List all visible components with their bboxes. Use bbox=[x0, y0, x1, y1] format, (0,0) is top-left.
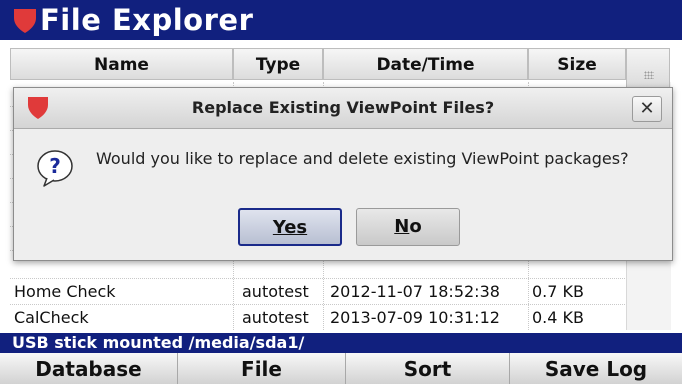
cell-datetime: 2013-07-09 10:31:12 bbox=[330, 308, 500, 327]
column-header-name[interactable]: Name bbox=[10, 48, 233, 80]
cell-datetime: 2012-11-07 18:52:38 bbox=[330, 282, 500, 301]
status-text: USB stick mounted /media/sda1/ bbox=[12, 333, 305, 352]
cell-type: autotest bbox=[242, 308, 309, 327]
softkey-bar: Database File Sort Save Log bbox=[0, 353, 682, 384]
scrollbar-thumb[interactable] bbox=[626, 48, 670, 88]
column-header-label: Size bbox=[557, 55, 597, 75]
softkey-file[interactable]: File bbox=[178, 353, 346, 384]
column-header-size[interactable]: Size bbox=[528, 48, 626, 80]
status-bar: USB stick mounted /media/sda1/ bbox=[0, 333, 682, 353]
column-header-label: Name bbox=[94, 55, 149, 75]
grip-icon bbox=[644, 71, 654, 79]
close-button[interactable]: ✕ bbox=[632, 96, 662, 122]
cell-name: Home Check bbox=[14, 282, 116, 301]
softkey-label: Save Log bbox=[544, 357, 648, 381]
cell-size: 0.7 KB bbox=[532, 282, 584, 301]
softkey-database[interactable]: Database bbox=[0, 353, 178, 384]
replace-files-dialog: Replace Existing ViewPoint Files? ✕ ? Wo… bbox=[13, 87, 673, 261]
column-header-label: Type bbox=[255, 55, 301, 75]
dialog-title-bar: Replace Existing ViewPoint Files? ✕ bbox=[14, 88, 672, 129]
shield-logo-icon bbox=[14, 9, 36, 33]
softkey-label: Sort bbox=[403, 357, 452, 381]
table-row[interactable]: CalCheck autotest 2013-07-09 10:31:12 0.… bbox=[10, 306, 625, 330]
no-button[interactable]: No bbox=[356, 208, 460, 246]
close-icon: ✕ bbox=[639, 98, 655, 119]
grid-divider bbox=[10, 304, 625, 305]
softkey-label: Database bbox=[35, 357, 142, 381]
no-button-label: o bbox=[409, 216, 422, 237]
cell-name: CalCheck bbox=[14, 308, 89, 327]
cell-type: autotest bbox=[242, 282, 309, 301]
dialog-title: Replace Existing ViewPoint Files? bbox=[191, 98, 495, 117]
yes-button-label: Yes bbox=[272, 217, 308, 238]
column-header-type[interactable]: Type bbox=[233, 48, 323, 80]
question-icon: ? bbox=[37, 150, 73, 187]
softkey-save-log[interactable]: Save Log bbox=[510, 353, 682, 384]
yes-button[interactable]: Yes bbox=[238, 208, 342, 246]
svg-text:?: ? bbox=[49, 154, 61, 178]
grid-divider bbox=[10, 278, 625, 279]
title-bar: File Explorer bbox=[0, 0, 682, 40]
no-button-mnemonic: N bbox=[394, 216, 410, 237]
app-title: File Explorer bbox=[40, 3, 254, 37]
table-row[interactable]: Home Check autotest 2012-11-07 18:52:38 … bbox=[10, 280, 625, 304]
column-header-label: Date/Time bbox=[376, 55, 475, 75]
column-header-datetime[interactable]: Date/Time bbox=[323, 48, 528, 80]
dialog-message: Would you like to replace and delete exi… bbox=[96, 149, 629, 168]
grid-header: Name Type Date/Time Size bbox=[10, 48, 670, 82]
softkey-label: File bbox=[241, 357, 282, 381]
cell-size: 0.4 KB bbox=[532, 308, 584, 327]
softkey-sort[interactable]: Sort bbox=[346, 353, 510, 384]
